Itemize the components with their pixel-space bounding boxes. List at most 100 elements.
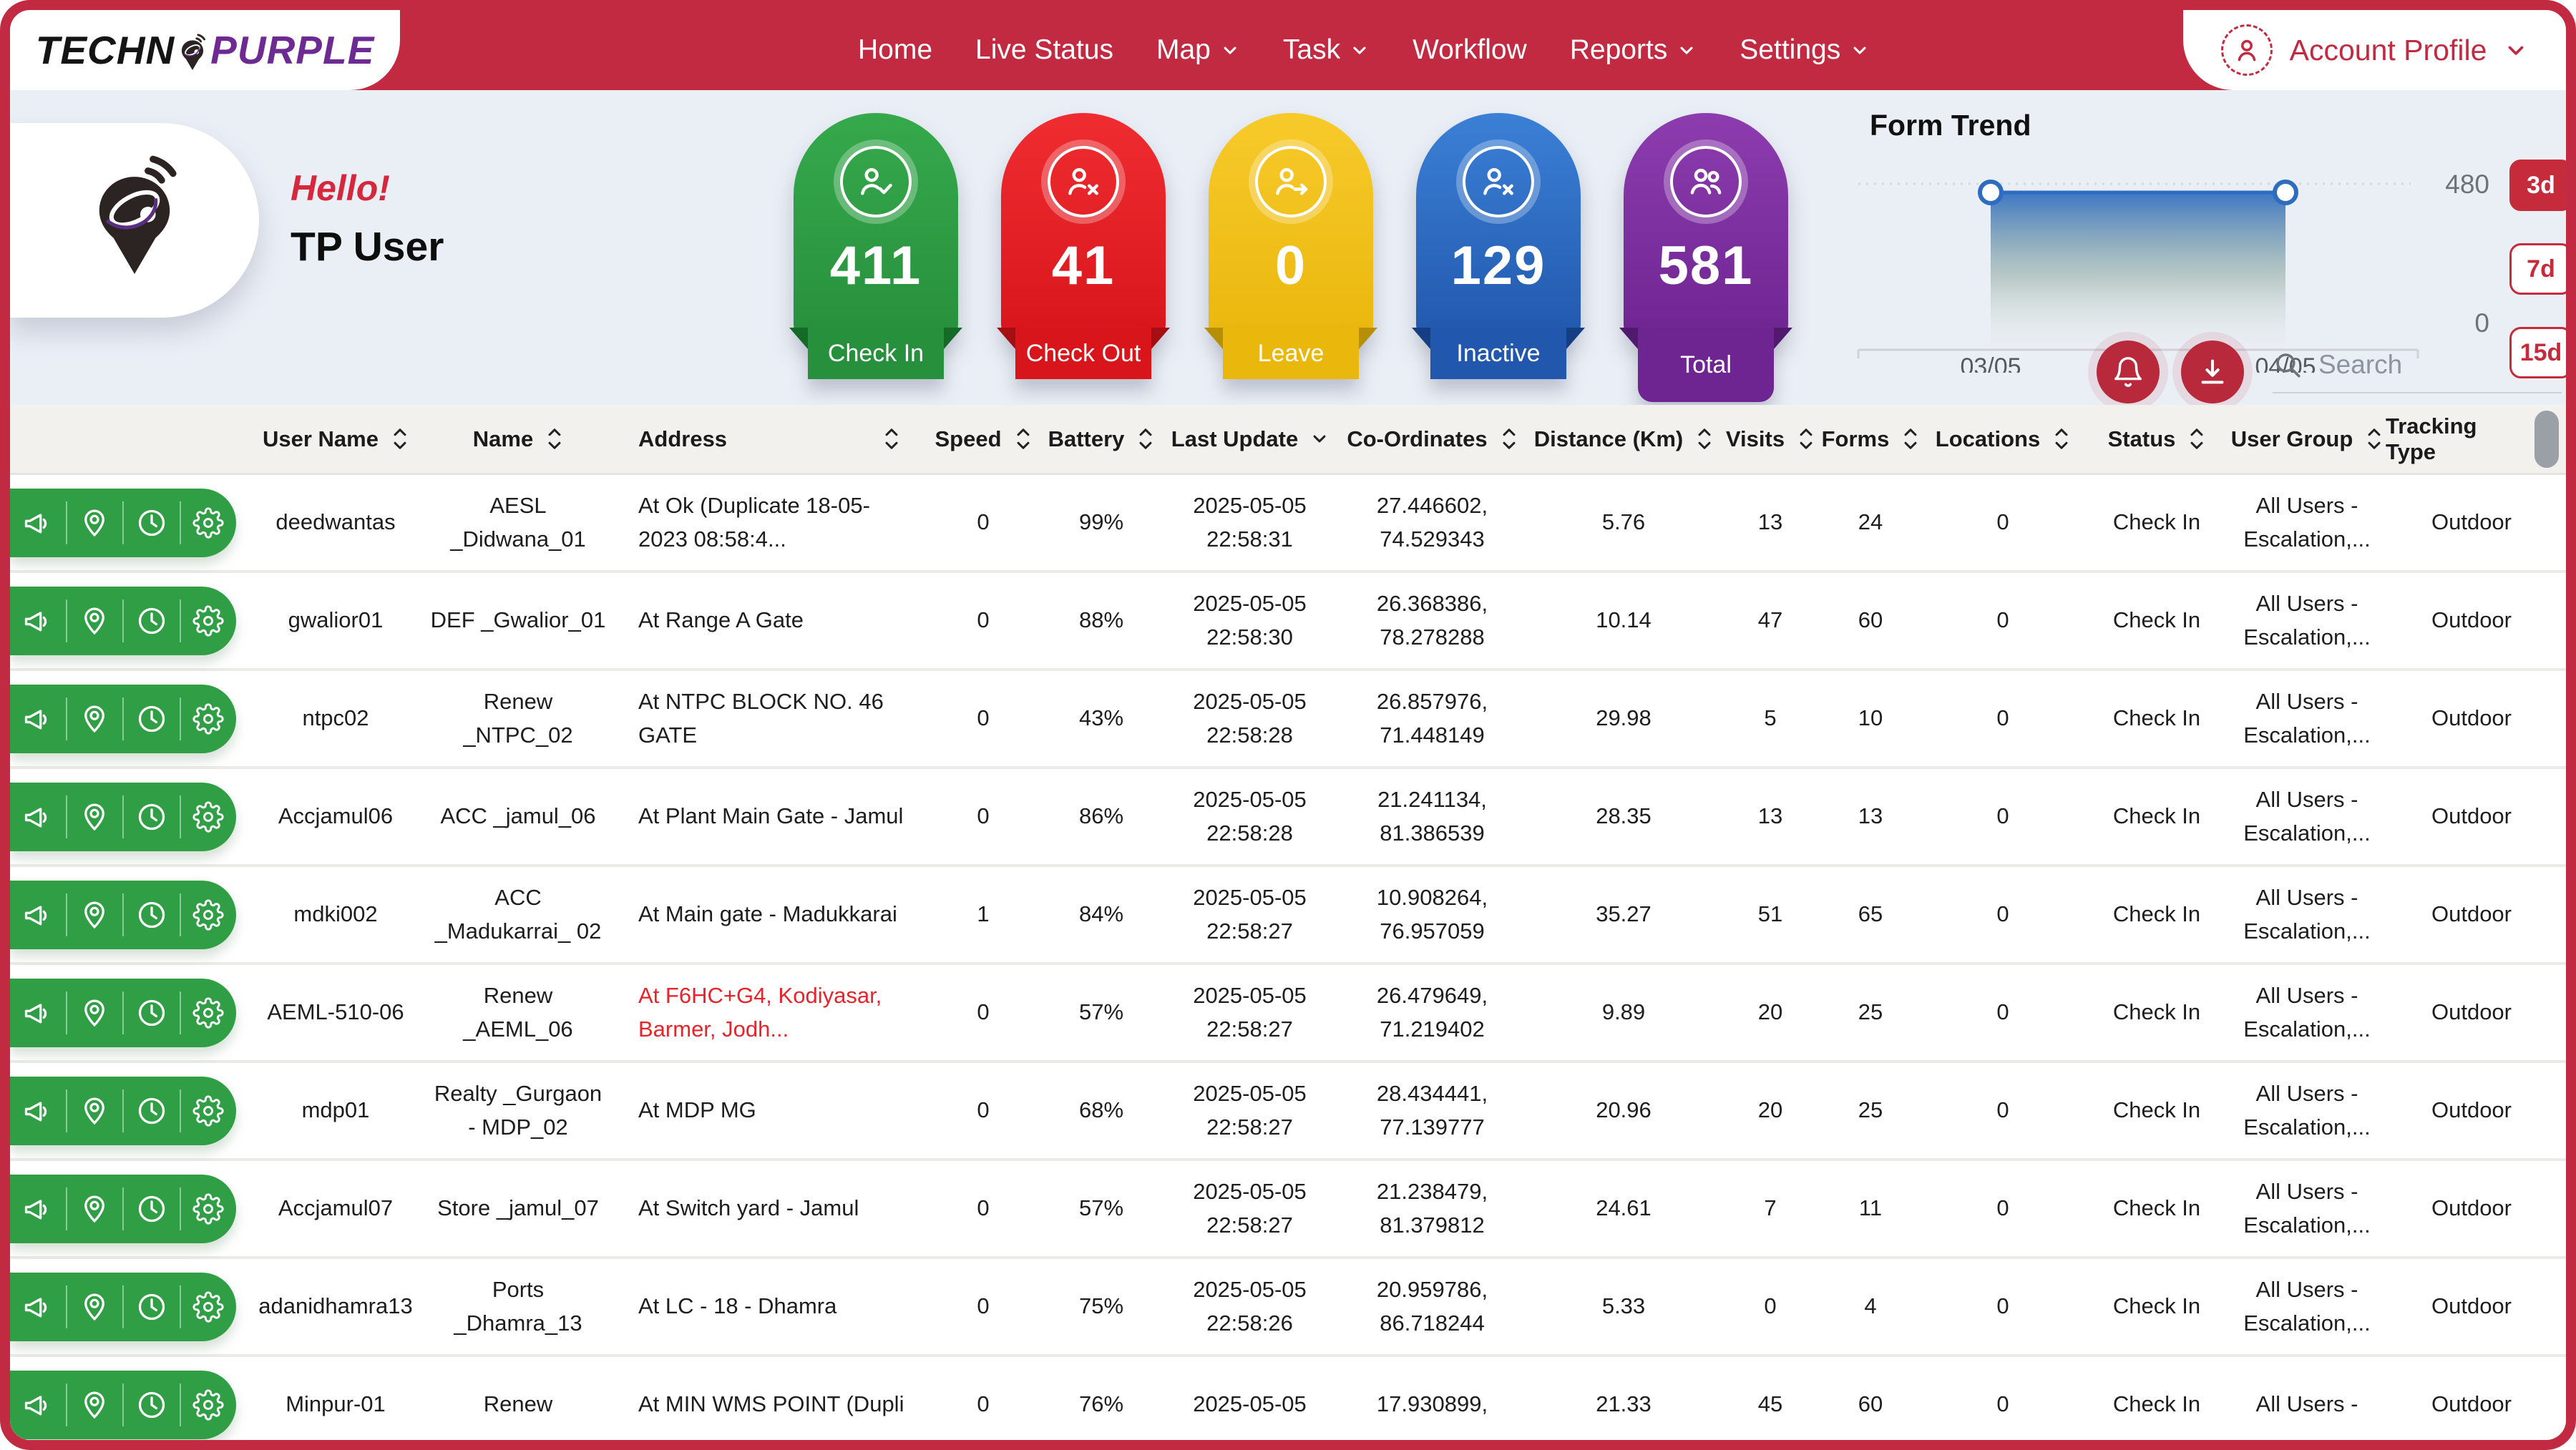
sort-icon[interactable] <box>2053 426 2070 452</box>
sort-icon[interactable] <box>1137 426 1154 452</box>
sort-icon[interactable] <box>2366 426 2383 452</box>
column-header-status[interactable]: Status <box>2085 426 2228 452</box>
clock-icon[interactable] <box>122 501 180 544</box>
cell-speed: 0 <box>926 790 1040 843</box>
nav-item-live-status[interactable]: Live Status <box>975 34 1113 66</box>
stat-label: Total <box>1680 351 1732 379</box>
cell-speed: 0 <box>926 496 1040 549</box>
notifications-button[interactable] <box>2097 341 2160 403</box>
cell-address: At Plant Main Gate - Jamul <box>611 790 926 843</box>
sort-icon[interactable] <box>2188 426 2205 452</box>
announcement-icon[interactable] <box>10 1089 66 1132</box>
gear-icon[interactable] <box>180 1285 237 1328</box>
announcement-icon[interactable] <box>10 991 66 1034</box>
clock-icon[interactable] <box>122 1089 180 1132</box>
gear-icon[interactable] <box>180 501 237 544</box>
range-7d-button[interactable]: 7d <box>2509 243 2572 295</box>
stat-card-leave[interactable]: 0Leave <box>1209 113 1373 402</box>
location-pin-icon[interactable] <box>66 1187 123 1230</box>
sort-icon[interactable] <box>1501 426 1518 452</box>
sort-icon[interactable] <box>1696 426 1713 452</box>
column-header-locations[interactable]: Locations <box>1921 426 2085 452</box>
column-header-battery[interactable]: Battery <box>1040 426 1162 452</box>
sort-icon[interactable] <box>546 426 563 452</box>
gear-icon[interactable] <box>180 1089 237 1132</box>
clock-icon[interactable] <box>122 599 180 642</box>
gear-icon[interactable] <box>180 1187 237 1230</box>
column-header-address[interactable]: Address <box>611 426 926 452</box>
clock-icon[interactable] <box>122 1187 180 1230</box>
column-header-user-group[interactable]: User Group <box>2228 426 2386 452</box>
announcement-icon[interactable] <box>10 599 66 642</box>
sort-icon[interactable] <box>1015 426 1032 452</box>
announcement-icon[interactable] <box>10 893 66 936</box>
announcement-icon[interactable] <box>10 1383 66 1426</box>
announcement-icon[interactable] <box>10 1285 66 1328</box>
nav-item-task[interactable]: Task <box>1283 34 1370 66</box>
user-avatar-icon <box>2221 24 2273 76</box>
gear-icon[interactable] <box>180 697 237 740</box>
greeting-user-name: TP User <box>291 223 444 270</box>
nav-item-workflow[interactable]: Workflow <box>1413 34 1527 66</box>
nav-item-label: Task <box>1283 34 1340 66</box>
cell-distance: 5.76 <box>1527 496 1720 549</box>
location-pin-icon[interactable] <box>66 697 123 740</box>
sort-icon[interactable] <box>1797 426 1815 452</box>
download-button[interactable] <box>2181 341 2244 403</box>
column-header-distance-km[interactable]: Distance (Km) <box>1527 426 1720 452</box>
gear-icon[interactable] <box>180 599 237 642</box>
cell-coordinates: 26.479649, 71.219402 <box>1337 969 1527 1056</box>
search-input[interactable] <box>2317 349 2532 381</box>
cell-speed: 0 <box>926 594 1040 647</box>
cell-coordinates: 21.241134, 81.386539 <box>1337 773 1527 860</box>
clock-icon[interactable] <box>122 795 180 838</box>
announcement-icon[interactable] <box>10 1187 66 1230</box>
location-pin-icon[interactable] <box>66 501 123 544</box>
location-pin-icon[interactable] <box>66 1285 123 1328</box>
location-pin-icon[interactable] <box>66 1383 123 1426</box>
location-pin-icon[interactable] <box>66 1089 123 1132</box>
column-header-co-ordinates[interactable]: Co-Ordinates <box>1337 426 1527 452</box>
column-header-visits[interactable]: Visits <box>1720 426 1820 452</box>
column-header-name[interactable]: Name <box>425 426 611 452</box>
gear-icon[interactable] <box>180 1383 237 1426</box>
nav-item-reports[interactable]: Reports <box>1570 34 1697 66</box>
account-profile-button[interactable]: Account Profile <box>2183 10 2566 90</box>
sort-icon[interactable] <box>883 426 900 452</box>
column-header-tracking-type[interactable]: Tracking Type <box>2386 413 2557 465</box>
clock-icon[interactable] <box>122 893 180 936</box>
nav-item-settings[interactable]: Settings <box>1740 34 1870 66</box>
announcement-icon[interactable] <box>10 795 66 838</box>
range-3d-button[interactable]: 3d <box>2509 160 2572 211</box>
location-pin-icon[interactable] <box>66 599 123 642</box>
location-pin-icon[interactable] <box>66 893 123 936</box>
stat-card-inactive[interactable]: 129Inactive <box>1416 113 1581 402</box>
stat-card-check-out[interactable]: 41Check Out <box>1001 113 1166 402</box>
nav-item-home[interactable]: Home <box>858 34 932 66</box>
sort-icon[interactable] <box>1902 426 1919 452</box>
cell-coordinates: 27.446602, 74.529343 <box>1337 479 1527 566</box>
nav-item-map[interactable]: Map <box>1156 34 1240 66</box>
cell-coordinates: 21.238479, 81.379812 <box>1337 1165 1527 1252</box>
cell-name: Ports _Dhamra_13 <box>425 1263 611 1350</box>
gear-icon[interactable] <box>180 893 237 936</box>
announcement-icon[interactable] <box>10 501 66 544</box>
scrollbar-thumb[interactable] <box>2534 411 2559 468</box>
location-pin-icon[interactable] <box>66 991 123 1034</box>
stat-card-check-in[interactable]: 411Check In <box>794 113 958 402</box>
gear-icon[interactable] <box>180 991 237 1034</box>
sort-icon[interactable] <box>391 426 409 452</box>
announcement-icon[interactable] <box>10 697 66 740</box>
column-header-forms[interactable]: Forms <box>1820 426 1921 452</box>
clock-icon[interactable] <box>122 1383 180 1426</box>
sort-desc-icon[interactable] <box>1311 426 1328 452</box>
gear-icon[interactable] <box>180 795 237 838</box>
stat-card-total[interactable]: 581Total <box>1624 113 1788 402</box>
clock-icon[interactable] <box>122 991 180 1034</box>
clock-icon[interactable] <box>122 697 180 740</box>
column-header-user-name[interactable]: User Name <box>246 426 425 452</box>
clock-icon[interactable] <box>122 1285 180 1328</box>
location-pin-icon[interactable] <box>66 795 123 838</box>
column-header-last-update[interactable]: Last Update <box>1162 426 1337 452</box>
column-header-speed[interactable]: Speed <box>926 426 1040 452</box>
